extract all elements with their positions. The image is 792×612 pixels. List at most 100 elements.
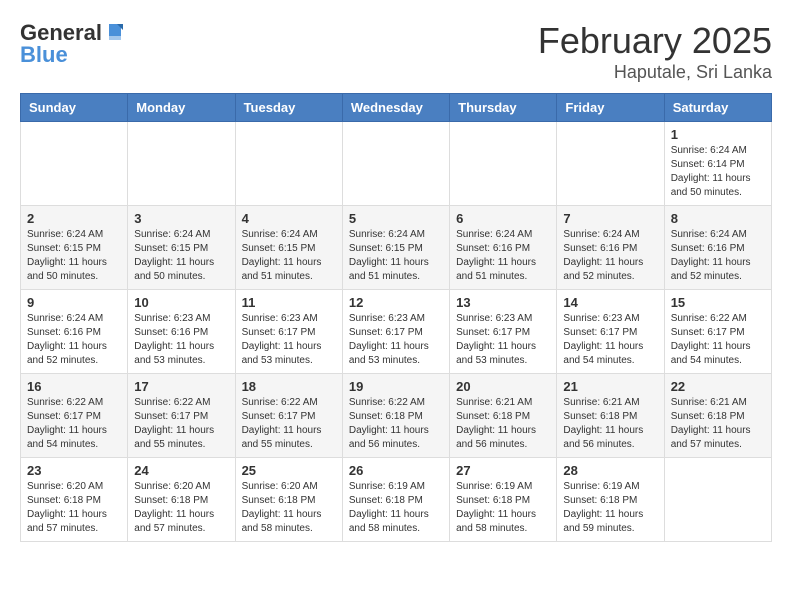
calendar-cell: 11 Sunrise: 6:23 AMSunset: 6:17 PMDayligh… [235, 290, 342, 374]
logo-blue-text: Blue [20, 42, 68, 68]
day-info: Sunrise: 6:23 AMSunset: 6:17 PMDaylight:… [242, 312, 336, 368]
day-number: 26 [349, 463, 443, 478]
day-info: Sunrise: 6:24 AMSunset: 6:15 PMDaylight:… [349, 228, 443, 284]
calendar-cell: 7 Sunrise: 6:24 AMSunset: 6:16 PMDaylight… [557, 206, 664, 290]
day-info: Sunrise: 6:19 AMSunset: 6:18 PMDaylight:… [349, 480, 443, 536]
calendar-cell: 23 Sunrise: 6:20 AMSunset: 6:18 PMDayligh… [21, 458, 128, 542]
column-header-wednesday: Wednesday [342, 94, 449, 122]
column-header-tuesday: Tuesday [235, 94, 342, 122]
day-info: Sunrise: 6:20 AMSunset: 6:18 PMDaylight:… [134, 480, 228, 536]
day-info: Sunrise: 6:22 AMSunset: 6:17 PMDaylight:… [242, 396, 336, 452]
day-number: 7 [563, 211, 657, 226]
day-number: 10 [134, 295, 228, 310]
day-number: 4 [242, 211, 336, 226]
calendar-cell [450, 122, 557, 206]
day-number: 18 [242, 379, 336, 394]
calendar-cell: 25 Sunrise: 6:20 AMSunset: 6:18 PMDayligh… [235, 458, 342, 542]
day-info: Sunrise: 6:20 AMSunset: 6:18 PMDaylight:… [27, 480, 121, 536]
day-info: Sunrise: 6:19 AMSunset: 6:18 PMDaylight:… [456, 480, 550, 536]
day-info: Sunrise: 6:23 AMSunset: 6:17 PMDaylight:… [563, 312, 657, 368]
logo-icon [103, 22, 123, 42]
calendar-cell: 21 Sunrise: 6:21 AMSunset: 6:18 PMDayligh… [557, 374, 664, 458]
day-info: Sunrise: 6:24 AMSunset: 6:16 PMDaylight:… [456, 228, 550, 284]
calendar-cell [342, 122, 449, 206]
title-area: February 2025 Haputale, Sri Lanka [538, 20, 772, 83]
column-header-sunday: Sunday [21, 94, 128, 122]
day-info: Sunrise: 6:21 AMSunset: 6:18 PMDaylight:… [563, 396, 657, 452]
day-info: Sunrise: 6:23 AMSunset: 6:16 PMDaylight:… [134, 312, 228, 368]
day-info: Sunrise: 6:24 AMSunset: 6:16 PMDaylight:… [27, 312, 121, 368]
calendar-week-row: 9 Sunrise: 6:24 AMSunset: 6:16 PMDaylight… [21, 290, 772, 374]
day-info: Sunrise: 6:19 AMSunset: 6:18 PMDaylight:… [563, 480, 657, 536]
calendar-week-row: 2Sunrise: 6:24 AMSunset: 6:15 PMDaylight… [21, 206, 772, 290]
day-number: 23 [27, 463, 121, 478]
day-info: Sunrise: 6:24 AMSunset: 6:16 PMDaylight:… [671, 228, 765, 284]
day-number: 19 [349, 379, 443, 394]
day-number: 5 [349, 211, 443, 226]
calendar-cell: 1 Sunrise: 6:24 AMSunset: 6:14 PMDaylight… [664, 122, 771, 206]
day-info: Sunrise: 6:24 AMSunset: 6:16 PMDaylight:… [563, 228, 657, 284]
calendar-cell: 18 Sunrise: 6:22 AMSunset: 6:17 PMDayligh… [235, 374, 342, 458]
calendar-cell: 8 Sunrise: 6:24 AMSunset: 6:16 PMDaylight… [664, 206, 771, 290]
calendar-cell: 12 Sunrise: 6:23 AMSunset: 6:17 PMDayligh… [342, 290, 449, 374]
day-info: Sunrise: 6:24 AMSunset: 6:14 PMDaylight:… [671, 144, 765, 200]
calendar-cell: 28 Sunrise: 6:19 AMSunset: 6:18 PMDayligh… [557, 458, 664, 542]
day-number: 14 [563, 295, 657, 310]
location-title: Haputale, Sri Lanka [538, 62, 772, 83]
day-number: 28 [563, 463, 657, 478]
day-number: 15 [671, 295, 765, 310]
logo: General Blue [20, 20, 123, 68]
day-number: 21 [563, 379, 657, 394]
day-info: Sunrise: 6:22 AMSunset: 6:17 PMDaylight:… [27, 396, 121, 452]
day-number: 9 [27, 295, 121, 310]
calendar-cell: 20Sunrise: 6:21 AMSunset: 6:18 PMDayligh… [450, 374, 557, 458]
calendar-cell: 2Sunrise: 6:24 AMSunset: 6:15 PMDaylight… [21, 206, 128, 290]
day-number: 16 [27, 379, 121, 394]
day-info: Sunrise: 6:24 AMSunset: 6:15 PMDaylight:… [242, 228, 336, 284]
calendar-cell: 6 Sunrise: 6:24 AMSunset: 6:16 PMDaylight… [450, 206, 557, 290]
day-info: Sunrise: 6:23 AMSunset: 6:17 PMDaylight:… [349, 312, 443, 368]
calendar-cell: 27 Sunrise: 6:19 AMSunset: 6:18 PMDayligh… [450, 458, 557, 542]
calendar-header-row: SundayMondayTuesdayWednesdayThursdayFrid… [21, 94, 772, 122]
calendar-cell: 24 Sunrise: 6:20 AMSunset: 6:18 PMDayligh… [128, 458, 235, 542]
calendar-cell: 26 Sunrise: 6:19 AMSunset: 6:18 PMDayligh… [342, 458, 449, 542]
calendar-cell: 17Sunrise: 6:22 AMSunset: 6:17 PMDayligh… [128, 374, 235, 458]
day-number: 12 [349, 295, 443, 310]
calendar-cell: 5 Sunrise: 6:24 AMSunset: 6:15 PMDaylight… [342, 206, 449, 290]
day-number: 6 [456, 211, 550, 226]
calendar-cell: 4 Sunrise: 6:24 AMSunset: 6:15 PMDaylight… [235, 206, 342, 290]
day-number: 1 [671, 127, 765, 142]
calendar-cell [557, 122, 664, 206]
calendar-cell: 10 Sunrise: 6:23 AMSunset: 6:16 PMDayligh… [128, 290, 235, 374]
month-title: February 2025 [538, 20, 772, 62]
day-info: Sunrise: 6:20 AMSunset: 6:18 PMDaylight:… [242, 480, 336, 536]
column-header-friday: Friday [557, 94, 664, 122]
header: General Blue February 2025 Haputale, Sri… [20, 20, 772, 83]
calendar-cell: 19 Sunrise: 6:22 AMSunset: 6:18 PMDayligh… [342, 374, 449, 458]
day-info: Sunrise: 6:22 AMSunset: 6:18 PMDaylight:… [349, 396, 443, 452]
day-number: 25 [242, 463, 336, 478]
calendar-week-row: 1 Sunrise: 6:24 AMSunset: 6:14 PMDaylight… [21, 122, 772, 206]
column-header-thursday: Thursday [450, 94, 557, 122]
calendar-cell [664, 458, 771, 542]
calendar-cell: 15Sunrise: 6:22 AMSunset: 6:17 PMDayligh… [664, 290, 771, 374]
day-number: 8 [671, 211, 765, 226]
calendar-cell: 13Sunrise: 6:23 AMSunset: 6:17 PMDayligh… [450, 290, 557, 374]
calendar-cell [128, 122, 235, 206]
calendar: SundayMondayTuesdayWednesdayThursdayFrid… [20, 93, 772, 542]
day-number: 22 [671, 379, 765, 394]
day-info: Sunrise: 6:22 AMSunset: 6:17 PMDaylight:… [134, 396, 228, 452]
calendar-cell: 3Sunrise: 6:24 AMSunset: 6:15 PMDaylight… [128, 206, 235, 290]
day-number: 24 [134, 463, 228, 478]
day-info: Sunrise: 6:21 AMSunset: 6:18 PMDaylight:… [456, 396, 550, 452]
day-number: 27 [456, 463, 550, 478]
day-number: 13 [456, 295, 550, 310]
calendar-cell [235, 122, 342, 206]
column-header-monday: Monday [128, 94, 235, 122]
day-info: Sunrise: 6:24 AMSunset: 6:15 PMDaylight:… [27, 228, 121, 284]
day-number: 11 [242, 295, 336, 310]
day-info: Sunrise: 6:24 AMSunset: 6:15 PMDaylight:… [134, 228, 228, 284]
calendar-cell: 9 Sunrise: 6:24 AMSunset: 6:16 PMDaylight… [21, 290, 128, 374]
column-header-saturday: Saturday [664, 94, 771, 122]
calendar-cell: 22Sunrise: 6:21 AMSunset: 6:18 PMDayligh… [664, 374, 771, 458]
